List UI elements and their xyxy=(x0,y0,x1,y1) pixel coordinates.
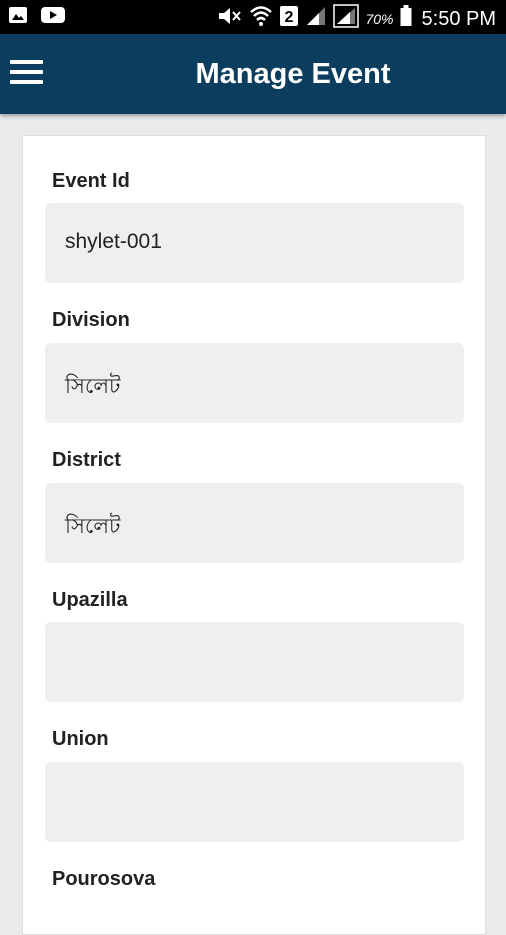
event-id-value: shylet-001 xyxy=(65,230,162,253)
district-field[interactable]: সিলেট xyxy=(45,483,464,563)
upazilla-label: Upazilla xyxy=(52,589,128,611)
manage-event-form: Event Id shylet-001 Division সিলেট Distr… xyxy=(22,135,486,935)
union-label: Union xyxy=(52,728,109,750)
district-value: সিলেট xyxy=(65,515,121,538)
battery-percent: 70% xyxy=(365,11,394,27)
division-value: সিলেট xyxy=(65,375,121,398)
mute-icon xyxy=(217,6,243,32)
clock: 5:50 PM xyxy=(421,7,496,30)
event-id-label: Event Id xyxy=(52,170,130,192)
division-label: Division xyxy=(52,309,130,331)
upazilla-field[interactable] xyxy=(45,622,464,702)
signal-icon-2 xyxy=(333,4,360,34)
gallery-icon xyxy=(8,6,28,29)
signal-icon xyxy=(305,5,327,33)
svg-text:2: 2 xyxy=(285,9,294,26)
battery-icon xyxy=(400,5,412,33)
division-field[interactable]: সিলেট xyxy=(45,343,464,423)
youtube-icon xyxy=(40,6,66,29)
union-field[interactable] xyxy=(45,762,464,842)
sim-2-icon: 2 xyxy=(279,5,299,33)
wifi-icon xyxy=(249,5,273,33)
page-title: Manage Event xyxy=(195,58,391,90)
district-label: District xyxy=(52,449,121,471)
status-bar: 2 70% 5:50 PM xyxy=(0,0,506,34)
event-id-field[interactable]: shylet-001 xyxy=(45,203,464,283)
status-bar-right: 2 70% 5:50 PM xyxy=(217,4,496,34)
status-bar-left xyxy=(8,6,66,29)
app-bar: Manage Event xyxy=(0,34,506,114)
pourosova-label: Pourosova xyxy=(52,868,156,890)
